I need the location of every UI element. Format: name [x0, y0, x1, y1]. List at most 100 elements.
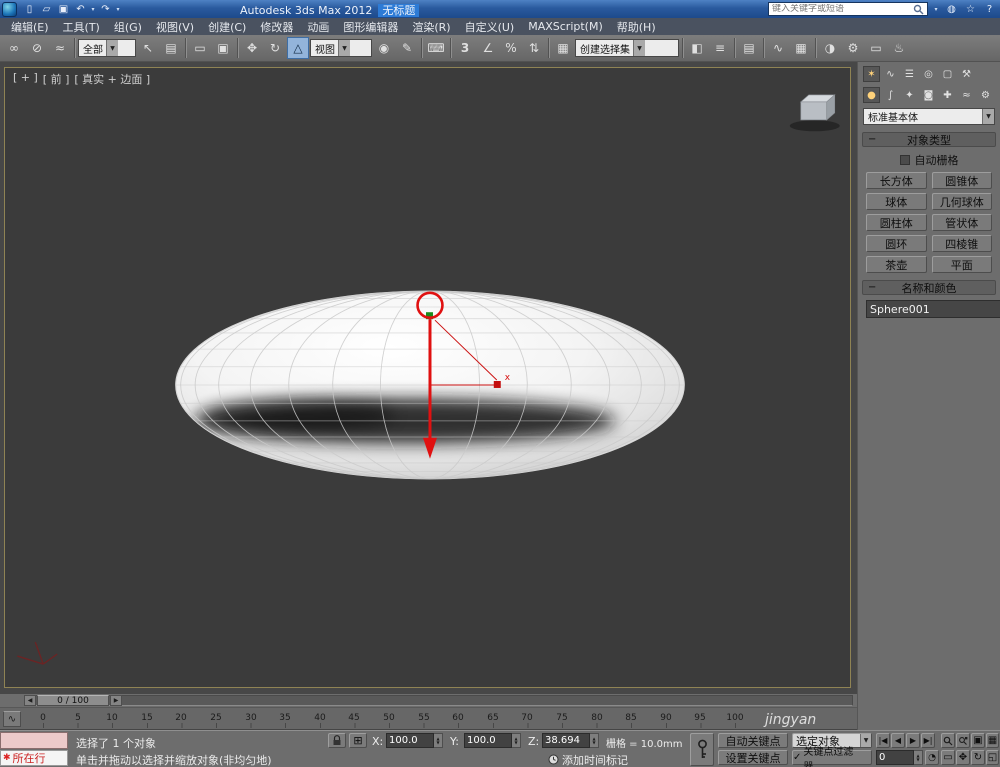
key-filters-button[interactable]: ✓关键点过滤器... [792, 750, 872, 765]
viewport-menu-pov[interactable]: [ 前 ] [43, 71, 70, 87]
window-crossing-icon[interactable]: ▣ [212, 37, 234, 59]
track-bar[interactable]: ∿ 0 5 10 15 20 25 30 35 40 45 50 55 60 6… [0, 707, 857, 730]
selection-filter-dropdown[interactable]: 全部▼ [78, 39, 136, 57]
go-to-end-icon[interactable]: ▶| [921, 733, 935, 748]
category-spacewarps-icon[interactable]: ≈ [958, 87, 975, 103]
next-frame-icon[interactable]: ▶ [110, 695, 122, 706]
selection-lock-toggle[interactable] [328, 733, 346, 748]
render-setup-icon[interactable]: ⚙ [842, 37, 864, 59]
tab-utilities-icon[interactable]: ⚒ [958, 66, 975, 82]
geometry-category-dropdown[interactable]: 标准基本体 ▼ [863, 108, 995, 125]
chevron-down-icon[interactable]: ▼ [106, 40, 118, 56]
object-name-field[interactable] [866, 300, 1000, 318]
chevron-down-icon[interactable]: ▼ [338, 40, 350, 56]
viewport-menu-general[interactable]: [ + ] [13, 71, 38, 87]
set-key-button[interactable] [690, 733, 714, 766]
x-spinner[interactable]: ▲▼ [434, 733, 443, 748]
tab-create-icon[interactable]: ✶ [863, 66, 880, 82]
menu-group[interactable]: 组(G) [107, 18, 149, 35]
chevron-down-icon[interactable]: ▼ [633, 40, 645, 56]
auto-key-button[interactable]: 自动关键点 [718, 733, 788, 748]
tube-button[interactable]: 管状体 [932, 214, 993, 231]
go-to-start-icon[interactable]: |◀ [876, 733, 890, 748]
menu-graph-editors[interactable]: 图形编辑器 [336, 18, 405, 35]
frame-spinner[interactable]: ▲▼ [914, 750, 923, 765]
3dsmax-logo-icon[interactable] [2, 2, 17, 17]
teapot-button[interactable]: 茶壶 [866, 256, 927, 273]
y-spinner[interactable]: ▲▼ [512, 733, 521, 748]
torus-button[interactable]: 圆环 [866, 235, 927, 252]
autogrid-checkbox[interactable] [900, 155, 910, 165]
favorites-icon[interactable]: ☆ [963, 2, 978, 16]
material-editor-icon[interactable]: ◑ [819, 37, 841, 59]
undo-icon[interactable]: ↶ [72, 2, 89, 17]
category-lights-icon[interactable]: ✦ [901, 87, 918, 103]
menu-maxscript[interactable]: MAXScript(M) [521, 18, 610, 35]
box-button[interactable]: 长方体 [866, 172, 927, 189]
y-coordinate-field[interactable]: ▲▼ [464, 733, 521, 748]
maxscript-mini-listener[interactable]: ✱ 所在行 [0, 750, 68, 766]
undo-dropdown-icon[interactable]: ▾ [89, 6, 97, 13]
zoom-all-icon[interactable] [956, 733, 970, 748]
previous-key-icon[interactable]: ◀ [891, 733, 905, 748]
pan-icon[interactable]: ✥ [956, 750, 970, 765]
play-icon[interactable]: ▶ [906, 733, 920, 748]
viewport-canvas[interactable]: x [5, 68, 850, 687]
mirror-icon[interactable]: ◧ [686, 37, 708, 59]
rendered-frame-window-icon[interactable]: ▭ [865, 37, 887, 59]
orbit-icon[interactable]: ↻ [971, 750, 985, 765]
maxscript-macro-recorder[interactable] [0, 732, 68, 749]
absolute-offset-mode-toggle[interactable]: ⊞ [349, 733, 367, 748]
geosphere-button[interactable]: 几何球体 [932, 193, 993, 210]
current-frame-field[interactable]: ▲▼ [876, 750, 923, 765]
help-icon[interactable]: ? [982, 2, 997, 16]
time-slider-handle[interactable]: 0 / 100 [37, 695, 109, 706]
x-input[interactable] [386, 733, 434, 748]
chevron-down-icon[interactable]: ▼ [982, 109, 994, 124]
select-and-move-icon[interactable]: ✥ [241, 37, 263, 59]
plane-button[interactable]: 平面 [932, 256, 993, 273]
category-systems-icon[interactable]: ⚙ [977, 87, 994, 103]
menu-edit[interactable]: 编辑(E) [4, 18, 56, 35]
menu-views[interactable]: 视图(V) [149, 18, 201, 35]
viewcube[interactable] [790, 95, 840, 131]
redo-dropdown-icon[interactable]: ▾ [114, 6, 122, 13]
frame-input[interactable] [876, 750, 914, 765]
add-time-tag[interactable]: 添加时间标记 [548, 752, 628, 767]
layer-manager-icon[interactable]: ▤ [738, 37, 760, 59]
mini-curve-editor-button[interactable]: ∿ [3, 711, 21, 727]
select-and-rotate-icon[interactable]: ↻ [264, 37, 286, 59]
search-icon[interactable] [913, 4, 924, 15]
zoom-region-icon[interactable]: ▭ [941, 750, 955, 765]
sphere-button[interactable]: 球体 [866, 193, 927, 210]
bind-to-space-warp-icon[interactable]: ≈ [49, 37, 71, 59]
menu-rendering[interactable]: 渲染(R) [405, 18, 457, 35]
use-pivot-center-icon[interactable]: ◉ [373, 37, 395, 59]
infocenter-search[interactable] [768, 2, 928, 16]
menu-tools[interactable]: 工具(T) [56, 18, 107, 35]
save-file-icon[interactable]: ▣ [55, 2, 72, 17]
menu-modifiers[interactable]: 修改器 [253, 18, 300, 35]
search-input[interactable] [772, 4, 913, 14]
schematic-view-icon[interactable]: ▦ [790, 37, 812, 59]
time-configuration-icon[interactable]: ◔ [925, 750, 939, 765]
snap-toggle-icon[interactable]: 3 [454, 37, 476, 59]
object-type-rollout-header[interactable]: − 对象类型 [862, 132, 996, 147]
select-and-manipulate-icon[interactable]: ✎ [396, 37, 418, 59]
tab-modify-icon[interactable]: ∿ [882, 66, 899, 82]
zoom-extents-all-icon[interactable]: ▦ [986, 733, 999, 748]
keyboard-shortcut-override-icon[interactable]: ⌨ [425, 37, 447, 59]
cylinder-button[interactable]: 圆柱体 [866, 214, 927, 231]
y-input[interactable] [464, 733, 512, 748]
redo-icon[interactable]: ↷ [97, 2, 114, 17]
angle-snap-icon[interactable]: ∠ [477, 37, 499, 59]
front-viewport[interactable]: [ + ] [ 前 ] [ 真实 + 边面 ] [4, 67, 851, 688]
z-coordinate-field[interactable]: ▲▼ [542, 733, 599, 748]
category-geometry-icon[interactable]: ● [863, 87, 880, 103]
z-spinner[interactable]: ▲▼ [590, 733, 599, 748]
align-icon[interactable]: ≡ [709, 37, 731, 59]
spinner-snap-icon[interactable]: ⇅ [523, 37, 545, 59]
select-object-icon[interactable]: ↖ [137, 37, 159, 59]
category-shapes-icon[interactable]: ∫ [882, 87, 899, 103]
menu-help[interactable]: 帮助(H) [610, 18, 663, 35]
